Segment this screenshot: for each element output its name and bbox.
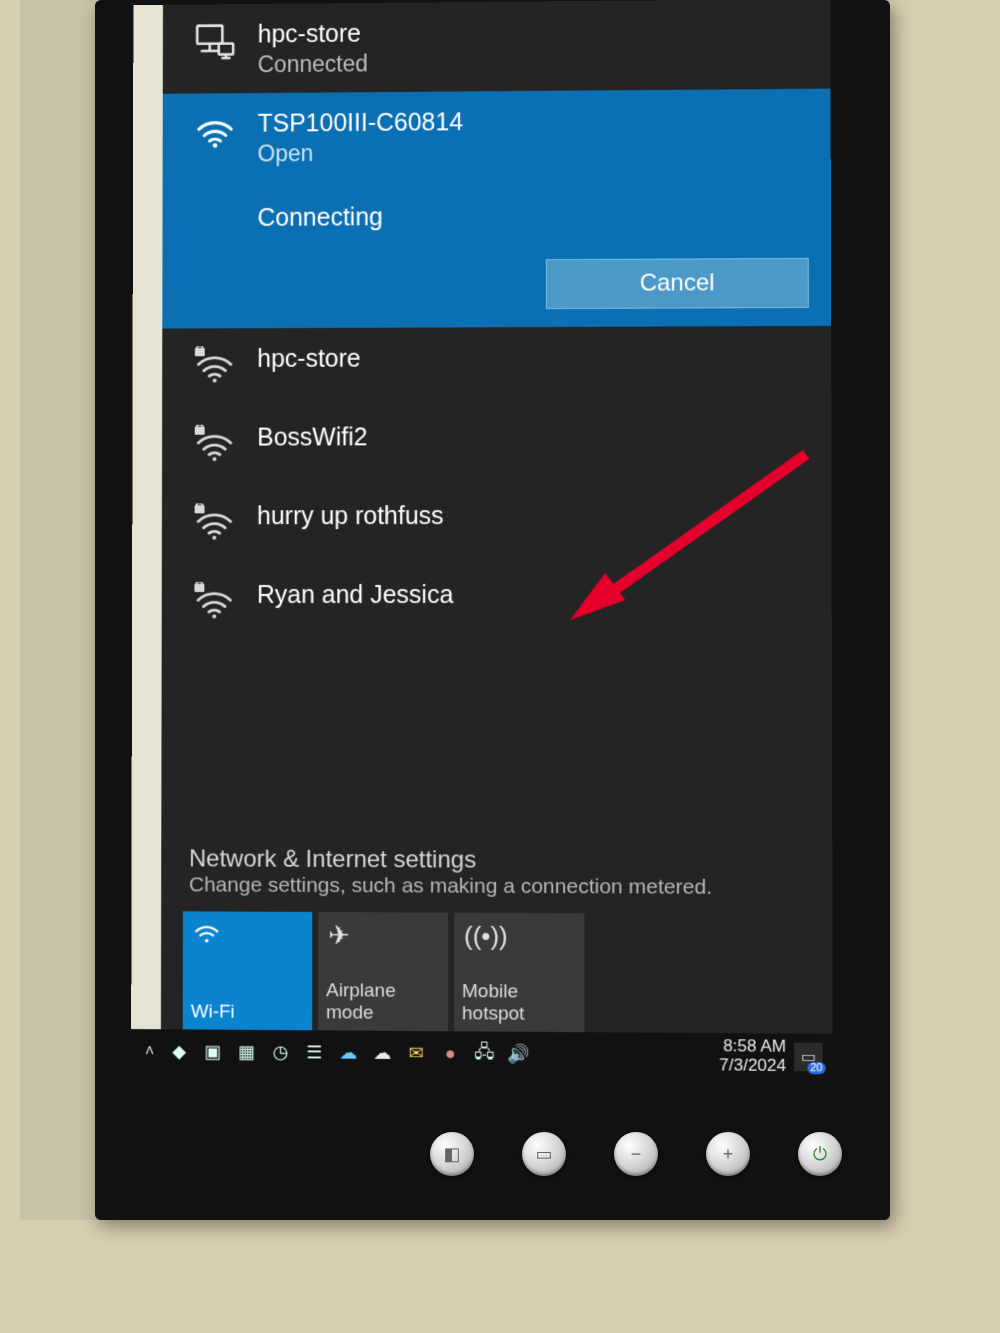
- wifi-network-row[interactable]: hpc-store: [162, 326, 831, 407]
- wifi-open-icon: [190, 109, 239, 158]
- tray-overflow-chevron-icon[interactable]: ˄: [141, 1043, 158, 1061]
- selected-wifi-block: TSP100III-C60814 Open Connecting Cancel: [162, 89, 831, 329]
- quick-action-tiles: Wi-Fi ✈ Airplane mode ((•)) Mobile hotsp…: [161, 905, 833, 1034]
- network-settings-subtitle: Change settings, such as making a connec…: [189, 873, 804, 900]
- taskbar-app-1[interactable]: ◆: [166, 1039, 192, 1065]
- action-center-button[interactable]: ▭ 20: [794, 1042, 822, 1071]
- taskbar-app-mail[interactable]: ✉: [403, 1040, 429, 1066]
- wifi-network-row[interactable]: BossWifi2: [162, 405, 831, 485]
- hotspot-tile-label: Mobile hotspot: [462, 981, 576, 1026]
- tray-network-icon[interactable]: 🖧: [471, 1041, 497, 1067]
- selected-wifi-name: TSP100III-C60814: [258, 105, 803, 140]
- network-settings-title: Network & Internet settings: [189, 845, 804, 876]
- taskbar-app-5[interactable]: ☰: [301, 1040, 327, 1066]
- wifi-network-row[interactable]: hurry up rothfuss: [162, 484, 832, 564]
- wifi-tile[interactable]: Wi-Fi: [183, 911, 312, 1030]
- wifi-network-name: hurry up rothfuss: [257, 501, 803, 533]
- ethernet-icon: [190, 20, 239, 69]
- network-settings-link[interactable]: Network & Internet settings Change setti…: [161, 827, 832, 908]
- taskbar-app-3[interactable]: ▦: [234, 1039, 260, 1065]
- ethernet-name: hpc-store: [258, 15, 803, 51]
- desktop-background-strip: [131, 5, 163, 1075]
- notification-count: 20: [807, 1062, 826, 1074]
- cancel-button[interactable]: Cancel: [546, 258, 809, 309]
- selected-wifi-state: Connecting: [162, 201, 830, 234]
- taskbar-app-onedrive[interactable]: ☁: [335, 1040, 361, 1066]
- monitor-button-up: +: [706, 1132, 750, 1176]
- monitor-button-auto: ▭: [522, 1132, 566, 1176]
- taskbar-app-disc[interactable]: ●: [437, 1041, 463, 1067]
- clock-time: 8:58 AM: [719, 1037, 786, 1056]
- taskbar: ˄ ◆ ▣ ▦ ◷ ☰ ☁ ☁ ✉ ● 🖧 🔊 8:58 AM 7/3/2024…: [131, 1029, 833, 1079]
- wifi-secured-icon: [190, 344, 240, 393]
- taskbar-app-2[interactable]: ▣: [200, 1039, 226, 1065]
- selected-wifi-security: Open: [258, 136, 803, 168]
- screen-area: hpc-store Connected: [131, 0, 833, 1079]
- wifi-secured-icon: [190, 501, 240, 550]
- airplane-icon: ✈: [328, 920, 350, 951]
- ethernet-connection-row[interactable]: hpc-store Connected: [163, 0, 831, 94]
- taskbar-app-4[interactable]: ◷: [268, 1039, 294, 1065]
- physical-monitor-buttons: ◧ ▭ − + ⏻: [430, 1132, 842, 1176]
- network-flyout: hpc-store Connected: [161, 0, 833, 1034]
- mobile-hotspot-tile[interactable]: ((•)) Mobile hotspot: [454, 913, 584, 1032]
- wifi-icon: [193, 919, 221, 952]
- taskbar-clock[interactable]: 8:58 AM 7/3/2024: [719, 1037, 786, 1075]
- wifi-secured-icon: [189, 580, 239, 629]
- wifi-network-row[interactable]: Ryan and Jessica: [162, 564, 832, 643]
- monitor-button-down: −: [614, 1132, 658, 1176]
- wifi-tile-label: Wi-Fi: [191, 1001, 304, 1024]
- selected-wifi-row[interactable]: TSP100III-C60814 Open: [163, 89, 831, 183]
- monitor-button-power: ⏻: [798, 1132, 842, 1176]
- clock-date: 7/3/2024: [719, 1056, 786, 1075]
- tray-volume-icon[interactable]: 🔊: [505, 1041, 531, 1067]
- hotspot-icon: ((•)): [464, 921, 508, 952]
- wifi-network-name: hpc-store: [257, 342, 803, 375]
- ethernet-status: Connected: [258, 46, 803, 79]
- monitor-button-menu: ◧: [430, 1132, 474, 1176]
- airplane-mode-tile[interactable]: ✈ Airplane mode: [318, 912, 448, 1031]
- wifi-secured-icon: [190, 423, 240, 472]
- airplane-tile-label: Airplane mode: [326, 980, 440, 1025]
- available-networks-list: hpc-store BossWifi2 hurry up rothfuss Ryan …: [162, 326, 832, 643]
- wifi-network-name: Ryan and Jessica: [257, 580, 804, 611]
- wifi-network-name: BossWifi2: [257, 421, 803, 453]
- taskbar-app-cloud[interactable]: ☁: [369, 1040, 395, 1066]
